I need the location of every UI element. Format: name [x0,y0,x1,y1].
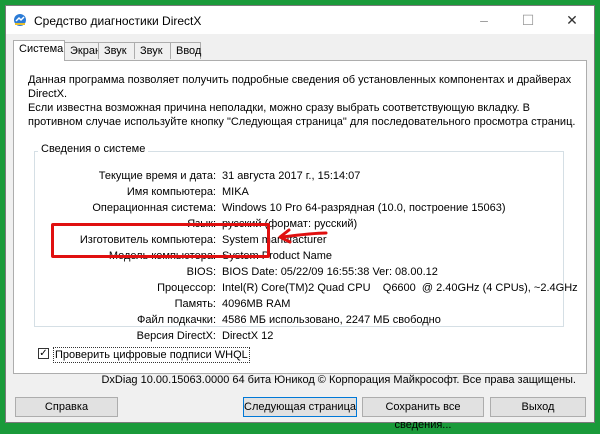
next-page-button[interactable]: Следующая страница [243,397,357,417]
info-row-computer-name: Имя компьютера: MIKA [36,185,249,199]
whql-checkbox-label[interactable]: Проверить цифровые подписи WHQL [53,347,250,363]
dxdiag-app-icon [14,14,26,26]
tab-input[interactable]: Ввод [170,42,201,59]
info-row-directx: Версия DirectX: DirectX 12 [36,329,274,343]
info-value: Windows 10 Pro 64-разрядная (10.0, постр… [222,202,506,214]
info-row-bios: BIOS: BIOS Date: 05/22/09 16:55:38 Ver: … [36,265,438,279]
close-button[interactable]: ✕ [550,6,594,34]
info-label: BIOS: [186,266,216,278]
info-label: Процессор: [157,282,216,294]
copyright-text: DxDiag 10.00.15063.0000 64 бита Юникод ©… [101,374,576,386]
save-all-info-button[interactable]: Сохранить все сведения... [362,397,484,431]
info-row-memory: Память: 4096MB RAM [36,297,291,311]
info-label: Текущие время и дата: [98,170,216,182]
info-label: Версия DirectX: [136,330,216,342]
intro-hint-text: Если известна возможная причина неполадк… [28,102,576,128]
system-tab-panel: Данная программа позволяет получить подр… [13,60,587,374]
exit-button[interactable]: Выход [490,397,586,417]
info-value: 4586 МБ использовано, 2247 МБ свободно [222,314,441,326]
info-value: 4096MB RAM [222,298,291,310]
info-row-processor: Процессор: Intel(R) Core(TM)2 Quad CPU Q… [36,281,578,295]
info-row-page-file: Файл подкачки: 4586 МБ использовано, 224… [36,313,441,327]
info-row-os: Операционная система: Windows 10 Pro 64-… [36,201,505,215]
info-value: BIOS Date: 05/22/09 16:55:38 Ver: 08.00.… [222,266,438,278]
info-value: 31 августа 2017 г., 15:14:07 [222,170,361,182]
info-value: Intel(R) Core(TM)2 Quad CPU Q6600 @ 2.40… [222,282,578,294]
dxdiag-window: Средство диагностики DirectX – ☐ ✕ Систе… [5,5,595,431]
info-label: Файл подкачки: [136,314,216,326]
info-value: MIKA [222,186,249,198]
red-arrow-icon [278,228,328,244]
minimize-button[interactable]: – [462,6,506,34]
red-highlight-box [51,223,270,258]
intro-text: Данная программа позволяет получить подр… [28,74,572,100]
maximize-button[interactable]: ☐ [506,6,550,34]
info-value: DirectX 12 [222,330,274,342]
window-title: Средство диагностики DirectX [34,14,202,28]
info-label: Память: [174,298,216,310]
tab-system[interactable]: Система [13,40,65,61]
info-label: Имя компьютера: [126,186,216,198]
tab-sound-1[interactable]: Звук 1 [98,42,135,74]
help-button[interactable]: Справка [15,397,118,417]
whql-checkbox[interactable]: ✓ [38,348,49,359]
tab-display[interactable]: Экран [64,42,101,59]
tab-sound-2[interactable]: Звук 2 [134,42,171,74]
title-bar: Средство диагностики DirectX – ☐ ✕ [6,6,594,34]
info-row-datetime: Текущие время и дата: 31 августа 2017 г.… [36,169,361,183]
info-label: Операционная система: [92,202,216,214]
system-info-group-title: Сведения о системе [38,143,149,155]
